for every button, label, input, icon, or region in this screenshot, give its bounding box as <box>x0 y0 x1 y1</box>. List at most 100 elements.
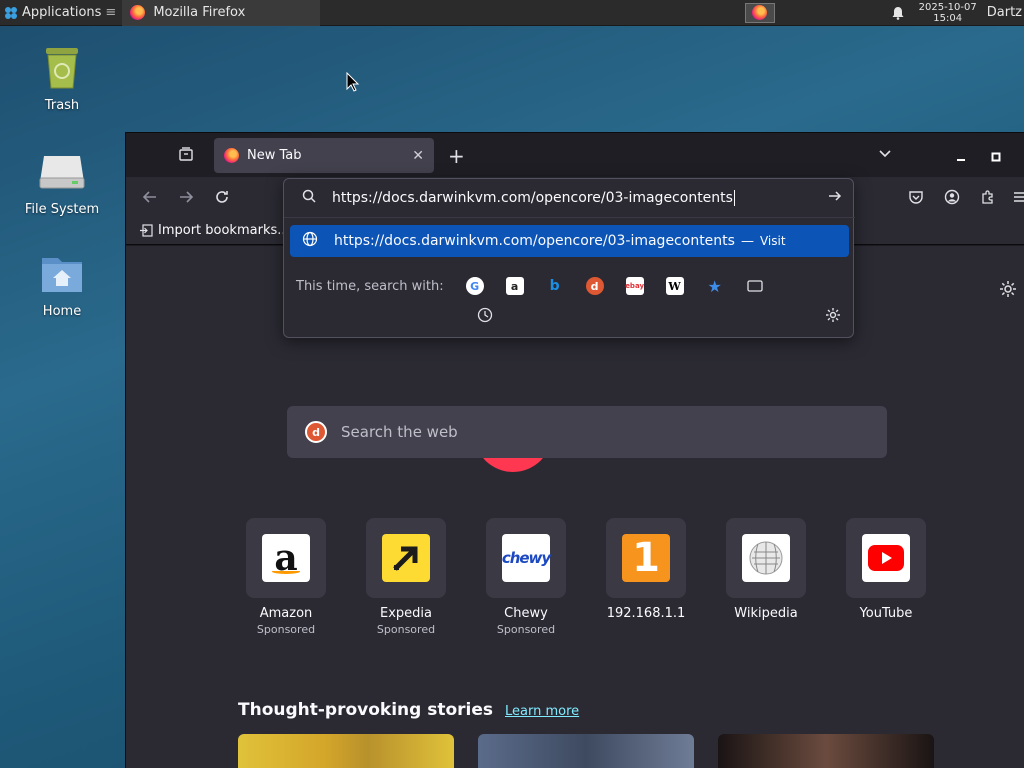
top-site-tile <box>366 518 446 598</box>
import-bookmarks-button[interactable]: Import bookmarks... <box>140 223 290 238</box>
urlbar-input-row: https://docs.darwinkvm.com/opencore/03-i… <box>284 179 855 218</box>
reload-icon[interactable] <box>214 189 230 209</box>
top-site-chewy[interactable]: chewy Chewy Sponsored <box>466 518 586 636</box>
account-icon[interactable] <box>944 189 960 209</box>
top-site-name: Amazon <box>259 606 313 621</box>
applications-label: Applications <box>22 5 102 20</box>
search-settings-gear-icon[interactable] <box>825 307 841 327</box>
top-site-router[interactable]: 1 192.168.1.1 <box>586 518 706 623</box>
new-tab-plus-icon[interactable]: + <box>448 144 465 168</box>
story-card-1[interactable] <box>238 734 454 768</box>
chewy-logo-icon: chewy <box>502 534 551 582</box>
top-site-name: YouTube <box>859 606 913 621</box>
urlbar-input[interactable]: https://docs.darwinkvm.com/opencore/03-i… <box>332 190 735 206</box>
notification-bell-icon[interactable] <box>891 6 905 20</box>
bookmarks-star-icon[interactable]: ★ <box>706 277 724 296</box>
list-all-tabs-chevron-icon[interactable] <box>878 145 892 164</box>
firefox-favicon-icon <box>224 148 239 163</box>
pocket-icon[interactable] <box>908 189 924 209</box>
clock-time: 15:04 <box>933 12 963 24</box>
top-site-sponsored: Sponsored <box>376 623 436 636</box>
search-icon <box>302 189 316 207</box>
forward-icon[interactable] <box>178 189 194 209</box>
duckduckgo-search-icon: d <box>305 421 327 443</box>
stories-heading: Thought-provoking stories <box>238 700 494 720</box>
newtab-search-placeholder: Search the web <box>341 423 458 441</box>
result-action: Visit <box>759 234 786 248</box>
top-site-tile: a <box>246 518 326 598</box>
newtab-search-box[interactable]: d Search the web <box>287 406 887 458</box>
expedia-logo-icon <box>382 534 430 582</box>
minimize-icon[interactable] <box>956 147 966 166</box>
applications-icon <box>5 6 17 19</box>
go-arrow-icon[interactable] <box>827 188 843 208</box>
top-site-tile: 1 <box>606 518 686 598</box>
top-site-tile: chewy <box>486 518 566 598</box>
personalize-gear-icon[interactable] <box>999 280 1017 302</box>
duckduckgo-icon[interactable]: d <box>585 277 604 295</box>
trash-icon <box>38 44 86 92</box>
tab-bar: New Tab ✕ + <box>126 133 1024 177</box>
user-menu[interactable]: Dartz <box>987 5 1022 20</box>
import-icon <box>140 224 153 237</box>
top-site-wikipedia[interactable]: Wikipedia <box>706 518 826 623</box>
tab-new-tab[interactable]: New Tab ✕ <box>214 138 434 173</box>
one-off-search-row: This time, search with: G a b d ebay W ★ <box>296 277 764 296</box>
home-folder-icon <box>38 250 86 298</box>
top-site-tile <box>726 518 806 598</box>
youtube-logo-icon <box>862 534 910 582</box>
taskbar-title: Mozilla Firefox <box>153 5 246 20</box>
firefox-icon <box>130 5 146 20</box>
top-site-tile <box>846 518 926 598</box>
learn-more-link[interactable]: Learn more <box>505 704 579 719</box>
history-icon[interactable] <box>477 307 493 327</box>
top-panel: Applications ≡ Mozilla Firefox 2025-10-0… <box>0 0 1024 26</box>
menu-separator-icon: ≡ <box>105 5 117 20</box>
mouse-cursor-icon <box>346 72 360 92</box>
workspace-preview[interactable] <box>744 2 775 23</box>
bing-icon[interactable]: b <box>546 277 564 295</box>
import-bookmarks-label: Import bookmarks... <box>158 223 290 238</box>
story-card-2[interactable] <box>478 734 694 768</box>
maximize-icon[interactable] <box>991 147 1001 166</box>
top-site-youtube[interactable]: YouTube <box>826 518 946 623</box>
amazon-icon[interactable]: a <box>505 277 524 295</box>
desktop-icon-trash[interactable]: Trash <box>14 44 110 113</box>
story-card-3[interactable] <box>718 734 934 768</box>
wikipedia-globe-icon <box>742 534 790 582</box>
tab-list-icon[interactable] <box>178 146 194 166</box>
globe-icon <box>302 231 318 251</box>
extensions-icon[interactable] <box>980 189 996 209</box>
top-site-sponsored: Sponsored <box>256 623 316 636</box>
top-site-name: Expedia <box>380 606 432 621</box>
close-tab-icon[interactable]: ✕ <box>412 148 424 164</box>
search-with-label: This time, search with: <box>296 278 444 294</box>
desktop-icon-filesystem[interactable]: File System <box>14 148 110 217</box>
number-one-logo-icon: 1 <box>622 534 670 582</box>
desktop-icon-label: Home <box>42 304 82 319</box>
desktop-icon-label: Trash <box>44 98 80 113</box>
tabs-icon[interactable] <box>746 277 764 295</box>
top-site-name: 192.168.1.1 <box>606 606 686 621</box>
ebay-icon[interactable]: ebay <box>625 277 644 295</box>
top-site-expedia[interactable]: Expedia Sponsored <box>346 518 466 636</box>
result-url: https://docs.darwinkvm.com/opencore/03-i… <box>334 233 735 249</box>
top-site-name: Chewy <box>504 606 548 621</box>
taskbar-firefox[interactable]: Mozilla Firefox <box>122 0 321 26</box>
tab-title: New Tab <box>247 148 302 163</box>
amazon-logo-icon: a <box>262 534 310 582</box>
firefox-tray-icon <box>752 5 768 20</box>
urlbar-result-visit[interactable]: https://docs.darwinkvm.com/opencore/03-i… <box>290 225 849 257</box>
app-menu-icon[interactable] <box>1014 189 1024 209</box>
top-site-name: Wikipedia <box>734 606 798 621</box>
back-icon[interactable] <box>142 189 158 209</box>
wikipedia-icon[interactable]: W <box>665 277 684 295</box>
urlbar-dropdown: https://docs.darwinkvm.com/opencore/03-i… <box>283 178 855 338</box>
clock[interactable]: 2025-10-07 15:04 <box>919 2 977 24</box>
clock-date: 2025-10-07 <box>918 1 977 13</box>
applications-menu[interactable]: Applications ≡ <box>0 0 120 26</box>
top-site-amazon[interactable]: a Amazon Sponsored <box>226 518 346 636</box>
desktop-icon-home[interactable]: Home <box>14 250 110 319</box>
result-separator: — <box>740 233 754 249</box>
google-icon[interactable]: G <box>465 277 484 295</box>
